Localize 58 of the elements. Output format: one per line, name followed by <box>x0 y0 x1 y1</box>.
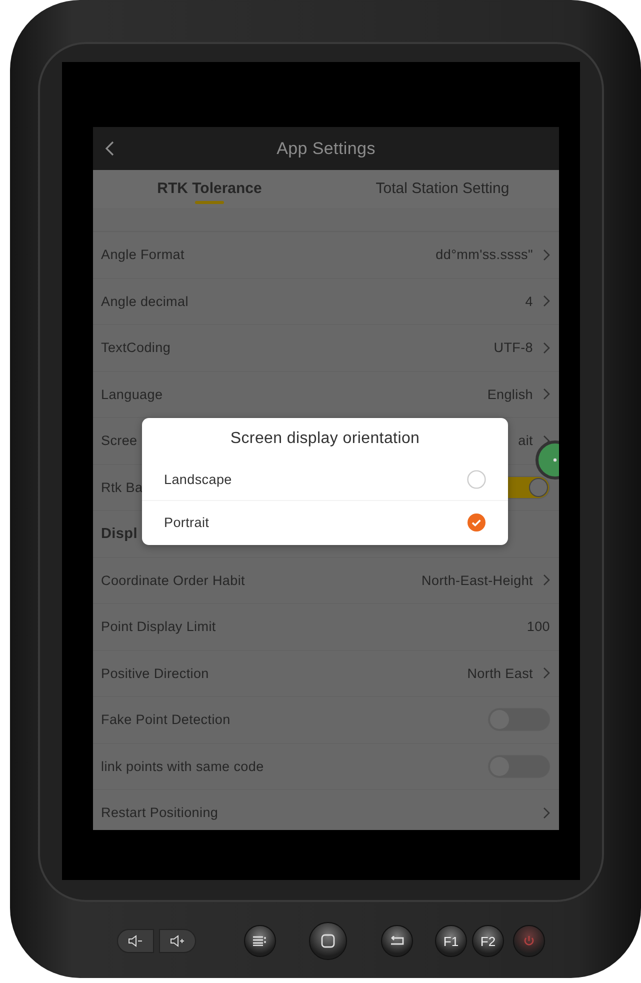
volume-down-key[interactable] <box>117 929 154 953</box>
chevron-right-icon <box>543 248 550 261</box>
square-icon <box>321 934 335 948</box>
setting-row[interactable]: Restart Positioning <box>93 790 559 830</box>
screen-title: App Settings <box>276 138 376 158</box>
setting-label: link points with same code <box>101 758 264 774</box>
setting-label: Fake Point Detection <box>101 712 230 728</box>
setting-row[interactable]: Angle Format dd°mm'ss.ssss" <box>93 232 559 278</box>
option-label: Landscape <box>164 472 233 486</box>
speaker-minus-icon <box>128 935 144 947</box>
dialog-title: Screen display orientation <box>229 429 421 449</box>
tab[interactable]: RTK Tolerance <box>93 170 326 208</box>
function-key[interactable]: F2 <box>472 925 504 957</box>
setting-value: ait <box>518 433 533 448</box>
setting-label: Coordinate Order Habit <box>101 572 245 588</box>
setting-row[interactable]: Coordinate Order Habit North-East-Height <box>93 558 559 604</box>
setting-value: 100 <box>526 619 550 634</box>
radio-checked-icon[interactable] <box>467 512 486 532</box>
back-key[interactable] <box>381 925 413 957</box>
setting-label: Rtk Ba <box>101 480 143 495</box>
setting-label: Scree <box>101 433 138 448</box>
chevron-right-icon <box>543 667 550 680</box>
setting-label: Restart Positioning <box>101 805 218 820</box>
setting-label: Language <box>101 386 163 402</box>
section-heading: Displ <box>101 526 138 542</box>
volume-up-key[interactable] <box>159 929 196 953</box>
menu-key[interactable] <box>244 925 276 957</box>
menu-lines-icon <box>253 936 267 946</box>
setting-value: North East <box>467 666 533 681</box>
setting-label: Positive Direction <box>101 666 209 681</box>
function-key[interactable]: F1 <box>435 925 467 957</box>
speaker-plus-icon <box>170 935 186 947</box>
setting-label: Angle decimal <box>101 294 188 309</box>
setting-value: UTF-8 <box>494 340 533 356</box>
tab[interactable]: Total Station Setting <box>326 170 559 208</box>
setting-value: English <box>487 386 533 402</box>
setting-value: 4 <box>525 294 533 309</box>
power-icon <box>523 935 535 947</box>
option-label: Portrait <box>164 514 210 530</box>
chevron-right-icon <box>543 806 550 819</box>
chevron-right-icon <box>543 574 550 586</box>
dialog-option[interactable]: Landscape <box>142 458 508 500</box>
radio-empty-icon[interactable] <box>467 470 486 488</box>
power-key[interactable] <box>513 925 545 957</box>
setting-label: Angle Format <box>101 247 184 262</box>
chevron-right-icon <box>543 295 550 308</box>
return-arrow-icon <box>389 936 405 946</box>
dialog-option[interactable]: Portrait <box>142 500 508 543</box>
setting-row[interactable]: Positive Direction North East <box>93 650 559 697</box>
home-key[interactable] <box>309 922 347 960</box>
setting-row[interactable]: Angle decimal 4 <box>93 278 559 325</box>
chevron-right-icon <box>543 342 550 354</box>
chevron-right-icon <box>543 388 550 400</box>
setting-label: Point Display Limit <box>101 619 216 634</box>
setting-value: dd°mm'ss.ssss" <box>436 247 533 262</box>
setting-value: North-East-Height <box>422 572 533 588</box>
setting-label: TextCoding <box>101 340 171 356</box>
setting-row[interactable]: TextCoding UTF-8 <box>93 325 559 372</box>
